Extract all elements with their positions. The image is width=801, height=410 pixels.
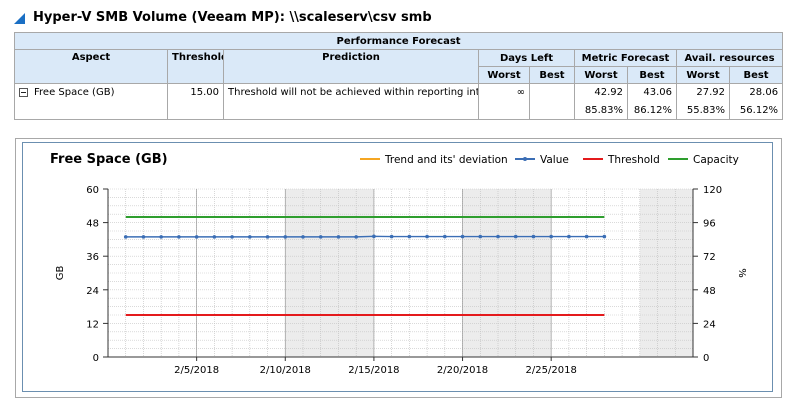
legend-item: Capacity <box>693 154 739 166</box>
col-days-best: Best <box>529 66 575 84</box>
collapse-triangle-icon[interactable] <box>14 12 25 24</box>
value-point <box>443 234 447 239</box>
value-point <box>354 235 358 239</box>
value-point <box>194 235 199 239</box>
col-threshold: Threshold <box>167 49 224 84</box>
y2-tick-label: 0 <box>703 353 709 364</box>
y2-tick-label: 48 <box>703 286 716 297</box>
avail-best: 28.06 <box>728 83 784 102</box>
col-metric-worst: Worst <box>574 66 628 84</box>
legend-item: Trend and its' deviation <box>384 154 508 166</box>
value-point <box>336 235 341 239</box>
value-point <box>549 234 553 239</box>
col-avail-best: Best <box>728 66 784 84</box>
collapse-minus-icon[interactable] <box>19 87 28 97</box>
avail-worst-pct: 55.83% <box>676 101 730 120</box>
x-tick-label: 2/15/2018 <box>348 365 399 376</box>
y2-tick-label: 96 <box>703 219 716 230</box>
chart-frame: Free Space (GB) Trend and its' deviation… <box>22 142 773 392</box>
aspect-label: Free Space (GB) <box>34 87 115 98</box>
value-point <box>389 234 394 239</box>
performance-forecast-table: Performance Forecast Aspect Threshold Pr… <box>13 32 784 120</box>
metric-best: 43.06 <box>627 83 677 102</box>
plot-area: 2/5/2018 2/10/2018 2/15/2018 2/20/2018 2/25/… <box>55 185 747 376</box>
value-point <box>177 235 181 239</box>
col-days-worst: Worst <box>478 66 530 84</box>
value-point <box>584 234 589 239</box>
page-header: Hyper-V SMB Volume (Veeam MP): \\scalese… <box>14 6 432 28</box>
metric-worst-pct: 85.83% <box>574 101 628 120</box>
free-space-chart: Free Space (GB) Trend and its' deviation… <box>50 152 747 376</box>
x-tick-label: 2/10/2018 <box>260 365 311 376</box>
value-point <box>141 235 146 239</box>
col-days-left: Days Left <box>478 49 575 67</box>
x-tick-label: 2/25/2018 <box>526 365 577 376</box>
y-tick-label: 0 <box>93 353 99 364</box>
x-tick-label: 2/20/2018 <box>437 365 488 376</box>
chart-title: Free Space (GB) <box>50 152 168 167</box>
value-point <box>567 234 571 239</box>
legend-item: Threshold <box>607 154 660 166</box>
y2-tick-label: 72 <box>703 252 716 263</box>
y-tick-label: 36 <box>86 252 99 263</box>
metric-worst: 42.92 <box>574 83 628 102</box>
table-row-aspect[interactable]: Free Space (GB) <box>14 83 168 120</box>
y2-tick-label: 24 <box>703 319 716 330</box>
value-point <box>212 235 217 239</box>
avail-worst: 27.92 <box>676 83 730 102</box>
avail-best-pct: 56.12% <box>728 101 784 120</box>
legend-marker <box>523 157 527 161</box>
page-title: Hyper-V SMB Volume (Veeam MP): \\scalese… <box>33 9 432 25</box>
value-point <box>248 235 252 239</box>
value-point <box>407 234 412 239</box>
y2-tick-label: 120 <box>703 185 722 196</box>
col-avail-worst: Worst <box>676 66 730 84</box>
y2-axis-label: % <box>736 268 747 278</box>
y-tick-label: 24 <box>86 286 99 297</box>
value-point <box>301 235 305 239</box>
value-point <box>318 235 323 239</box>
value-point <box>531 234 536 239</box>
value-point <box>283 235 288 239</box>
y-tick-label: 60 <box>86 185 99 196</box>
value-point <box>460 234 465 239</box>
metric-best-pct: 86.12% <box>627 101 677 120</box>
section-title: Performance Forecast <box>13 32 784 50</box>
value-point <box>159 235 163 239</box>
days-left-worst: ∞ <box>478 83 530 120</box>
chart-legend: Trend and its' deviation Value Threshold Ca… <box>360 154 739 166</box>
value-point <box>602 234 607 239</box>
value-point <box>496 234 500 239</box>
value-point <box>425 234 429 239</box>
col-metric-forecast: Metric Forecast <box>574 49 677 67</box>
value-point <box>265 235 270 239</box>
days-left-best <box>529 83 575 120</box>
value-point <box>123 235 128 239</box>
y-tick-label: 12 <box>86 319 99 330</box>
col-metric-best: Best <box>627 66 677 84</box>
col-prediction: Prediction <box>223 49 479 84</box>
value-point <box>478 234 483 239</box>
col-avail-resources: Avail. resources <box>675 49 784 67</box>
x-tick-label: 2/5/2018 <box>174 365 219 376</box>
legend-item: Value <box>540 154 569 166</box>
col-aspect: Aspect <box>14 49 168 84</box>
threshold-value: 15.00 <box>167 83 224 120</box>
y-tick-label: 48 <box>86 219 99 230</box>
value-point <box>230 235 234 239</box>
value-point <box>513 234 518 239</box>
value-point <box>372 234 376 239</box>
y-axis-label: GB <box>55 266 66 281</box>
prediction-text: Threshold will not be achieved within re… <box>223 83 479 120</box>
